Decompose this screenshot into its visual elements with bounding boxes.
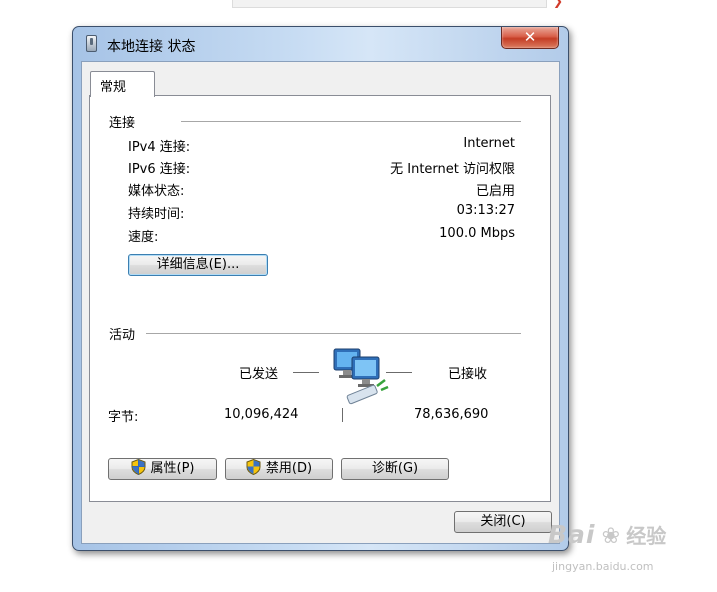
received-dash	[386, 372, 412, 373]
details-button[interactable]: 详细信息(E)...	[128, 254, 268, 276]
speed-label: 速度:	[128, 230, 159, 245]
close-button[interactable]: 关闭(C)	[454, 511, 552, 533]
ipv6-label: IPv6 连接:	[128, 162, 191, 177]
bytes-sent-value: 10,096,424	[224, 407, 299, 422]
network-computers-icon	[333, 346, 395, 408]
ipv4-label: IPv4 连接:	[128, 140, 191, 155]
activity-vertical-divider	[342, 408, 343, 422]
duration-value: 03:13:27	[456, 203, 515, 218]
window-close-button[interactable]: ✕	[501, 27, 559, 49]
speed-value: 100.0 Mbps	[439, 226, 515, 241]
diagnose-button[interactable]: 诊断(G)	[341, 458, 449, 480]
paw-icon: ❀	[601, 524, 621, 549]
tab-general-label: 常规	[100, 80, 127, 95]
bytes-label: 字节:	[108, 410, 139, 425]
local-connection-status-dialog: 本地连接 状态 ✕ 常规 连接 IPv4 连接: Internet IPv6 连…	[72, 26, 569, 551]
watermark-url: jingyan.baidu.com	[552, 560, 654, 573]
properties-button-label: 属性(P)	[150, 461, 195, 476]
ipv6-value: 无 Internet 访问权限	[390, 162, 515, 177]
sent-label: 已发送	[239, 367, 279, 382]
media-state-label: 媒体状态:	[128, 184, 185, 199]
tab-panel-general: 连接 IPv4 连接: Internet IPv6 连接: 无 Internet…	[89, 95, 551, 502]
watermark-suffix: 经验	[626, 524, 667, 548]
network-adapter-icon	[86, 35, 97, 52]
duration-label: 持续时间:	[128, 207, 185, 222]
disable-button[interactable]: 禁用(D)	[225, 458, 333, 480]
sent-dash	[293, 372, 319, 373]
title-bar[interactable]: 本地连接 状态 ✕	[73, 27, 568, 61]
dialog-title: 本地连接 状态	[107, 39, 196, 55]
ipv4-value: Internet	[463, 136, 515, 151]
watermark-brand: Bai	[548, 520, 596, 549]
bytes-received-value: 78,636,690	[414, 407, 489, 422]
activity-heading: 活动	[109, 324, 140, 343]
activity-group-divider	[146, 333, 521, 334]
baidu-jingyan-watermark: Bai ❀ 经验 jingyan.baidu.com	[548, 520, 667, 573]
background-red-mark: ❯	[553, 0, 564, 8]
connection-group-divider	[181, 121, 521, 122]
connection-heading: 连接	[109, 112, 140, 131]
properties-button-face[interactable]: 属性(P)	[108, 458, 217, 480]
disable-button-label: 禁用(D)	[265, 461, 313, 476]
uac-shield-icon	[131, 459, 145, 475]
background-window-edge	[232, 0, 547, 8]
media-state-value: 已启用	[475, 184, 515, 199]
tab-general[interactable]: 常规	[90, 71, 155, 97]
dialog-client-area: 常规 连接 IPv4 连接: Internet IPv6 连接: 无 Inter…	[81, 61, 560, 544]
received-label: 已接收	[448, 367, 488, 382]
uac-shield-icon	[246, 459, 261, 475]
